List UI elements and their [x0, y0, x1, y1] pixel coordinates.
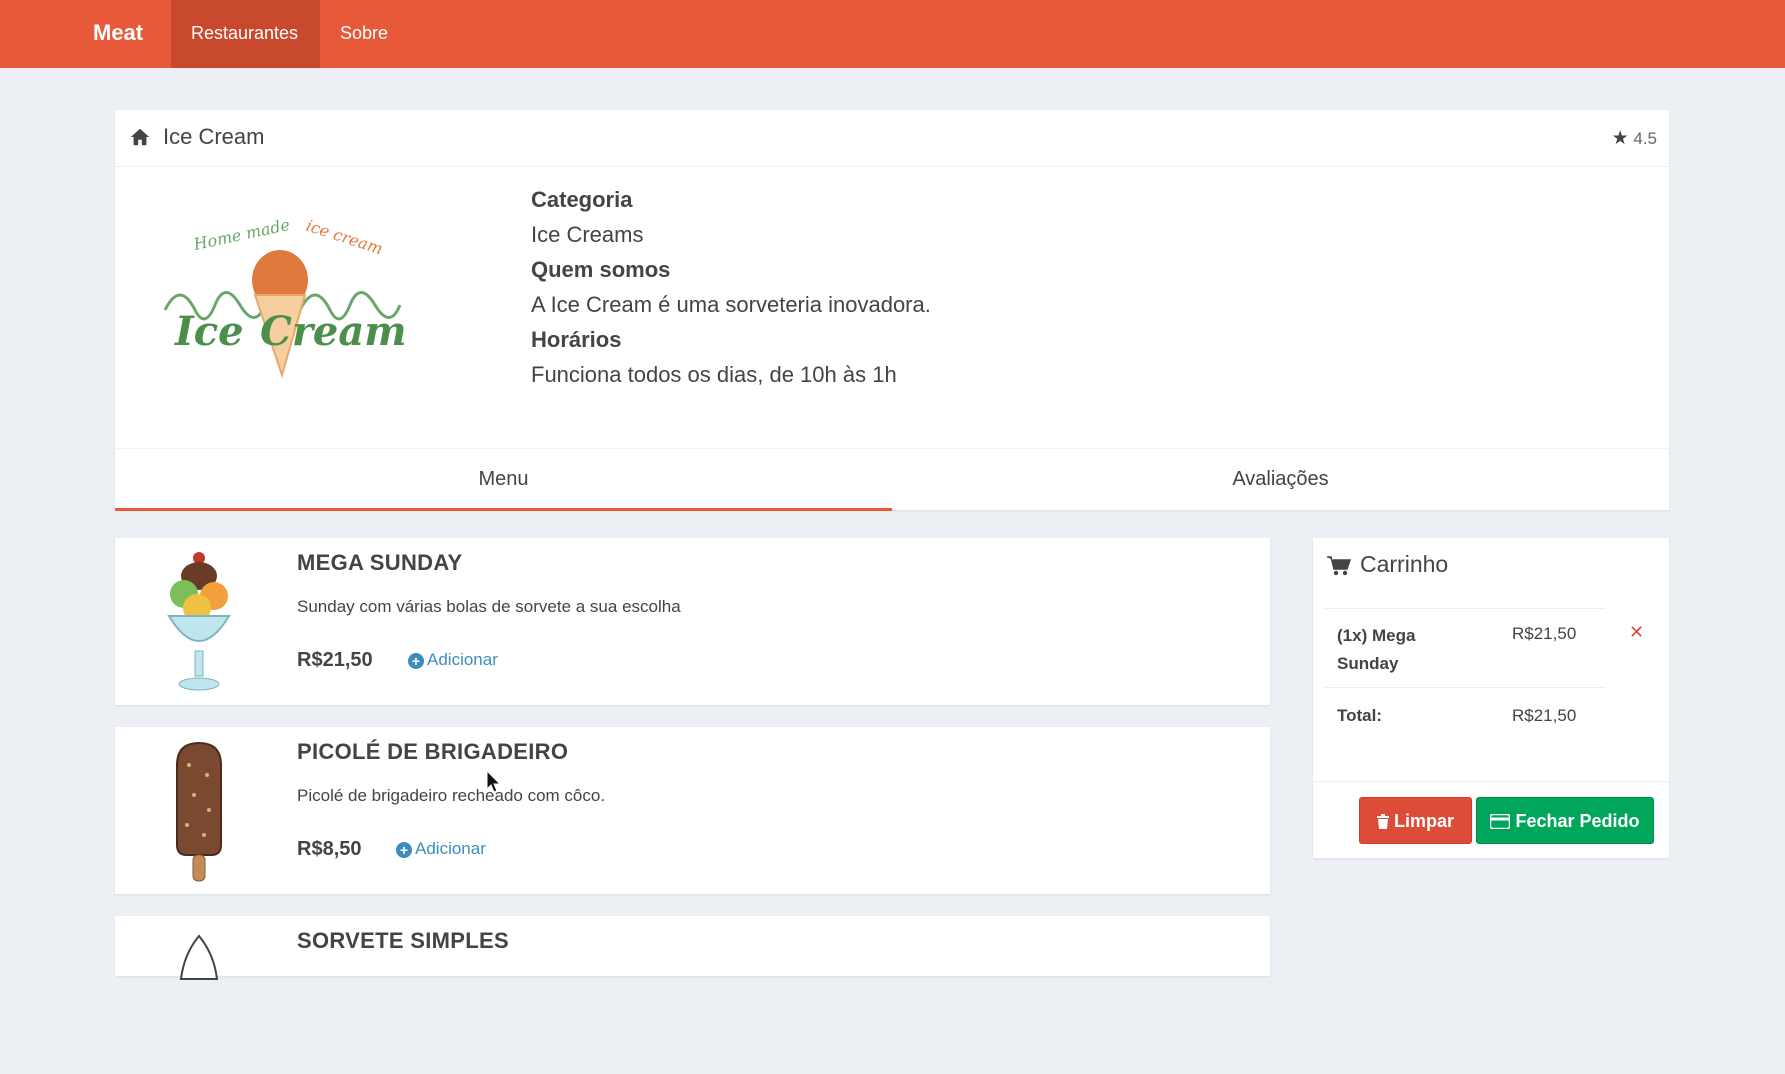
- add-label: Adicionar: [415, 839, 486, 858]
- tab-menu[interactable]: Menu: [115, 449, 892, 511]
- cart-title: Carrinho: [1360, 551, 1449, 577]
- add-to-cart-button[interactable]: + Adicionar: [408, 650, 498, 670]
- svg-text:Home made: Home made: [191, 215, 292, 254]
- about-value: A Ice Cream é uma sorveteria inovadora.: [531, 292, 931, 317]
- tab-avaliacoes[interactable]: Avaliações: [892, 449, 1669, 511]
- menu-item-description: Picolé de brigadeiro recheado com côco.: [297, 786, 606, 805]
- restaurant-tabs: Menu Avaliações: [115, 448, 1669, 511]
- trash-icon: [1376, 814, 1389, 829]
- clear-cart-button[interactable]: Limpar: [1359, 797, 1472, 844]
- top-navbar: Meat Restaurantes Sobre: [0, 0, 1785, 68]
- menu-item: MEGA SUNDAY Sunday com várias bolas de s…: [115, 538, 1270, 705]
- restaurant-logo: Home made ice cream Ice Cream: [163, 215, 405, 379]
- category-label: Categoria: [531, 187, 633, 212]
- svg-text:Ice: Ice: [174, 308, 244, 355]
- hours-value: Funciona todos os dias, de 10h às 1h: [531, 362, 897, 387]
- popsicle-image: [176, 741, 222, 882]
- credit-card-icon: [1490, 814, 1511, 829]
- menu-item-name: PICOLÉ DE BRIGADEIRO: [297, 739, 569, 764]
- sundae-image: [167, 552, 231, 691]
- divider: [1313, 781, 1669, 782]
- cart-item-price: R$21,50: [1512, 624, 1577, 643]
- divider: [1325, 608, 1605, 609]
- total-value: R$21,50: [1512, 706, 1577, 725]
- add-to-cart-button[interactable]: + Adicionar: [396, 839, 486, 859]
- add-label: Adicionar: [427, 650, 498, 669]
- mouse-pointer-icon: [486, 770, 502, 793]
- menu-item-description: Sunday com várias bolas de sorvete a sua…: [297, 597, 681, 616]
- menu-item: PICOLÉ DE BRIGADEIRO Picolé de brigadeir…: [115, 727, 1270, 894]
- restaurant-rating: ★ 4.5: [1612, 127, 1657, 150]
- star-icon: ★: [1611, 128, 1629, 149]
- restaurant-name: Ice Cream: [163, 124, 265, 149]
- ice-cream-cone-image: [179, 934, 219, 980]
- checkout-label: Fechar Pedido: [1515, 811, 1640, 831]
- category-value: Ice Creams: [531, 222, 644, 247]
- nav-item-sobre[interactable]: Sobre: [320, 0, 408, 68]
- divider: [1325, 687, 1605, 688]
- svg-text:Cream: Cream: [260, 308, 405, 355]
- rating-value: 4.5: [1633, 129, 1657, 148]
- menu-item-name: MEGA SUNDAY: [297, 550, 463, 575]
- cart-header: Carrinho: [1313, 538, 1669, 606]
- restaurant-info: Categoria Ice Creams Quem somos A Ice Cr…: [531, 182, 931, 392]
- plus-circle-icon: +: [408, 653, 424, 669]
- remove-item-icon[interactable]: ✕: [1629, 622, 1644, 643]
- menu-item-name: SORVETE SIMPLES: [297, 928, 509, 953]
- brand-logo[interactable]: Meat: [93, 0, 143, 68]
- menu-item-price: R$21,50: [297, 649, 373, 671]
- about-label: Quem somos: [531, 257, 671, 282]
- menu-item: SORVETE SIMPLES: [115, 916, 1270, 980]
- plus-circle-icon: +: [396, 842, 412, 858]
- svg-text:ice cream: ice cream: [304, 216, 385, 259]
- hours-label: Horários: [531, 327, 622, 352]
- menu-item-price: R$8,50: [297, 838, 362, 860]
- restaurant-panel: Ice Cream ★ 4.5 Home made ice cream Ice …: [115, 110, 1669, 511]
- clear-label: Limpar: [1393, 811, 1454, 831]
- home-icon: [130, 128, 150, 146]
- cart-panel: Carrinho (1x) Mega Sunday R$21,50 ✕ Tota…: [1313, 538, 1669, 858]
- restaurant-header: Ice Cream ★ 4.5: [115, 110, 1669, 167]
- shopping-cart-icon: [1327, 556, 1351, 576]
- nav-item-restaurantes[interactable]: Restaurantes: [171, 0, 320, 68]
- total-label: Total:: [1337, 706, 1383, 725]
- checkout-button[interactable]: Fechar Pedido: [1476, 797, 1654, 844]
- cart-item-name: (1x) Mega Sunday: [1337, 626, 1416, 673]
